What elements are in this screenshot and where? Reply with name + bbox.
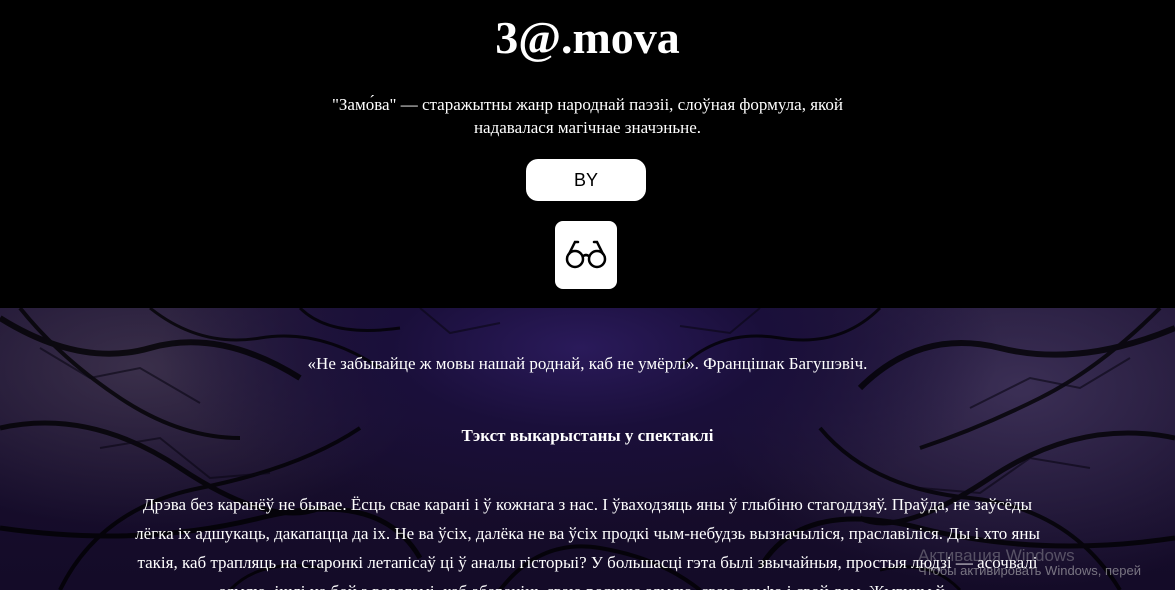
paragraph-line: лёгка іх адшукаць, дакапацца да іх. Не в…	[135, 524, 1040, 543]
section-heading: Тэкст выкарыстаны у спектаклі	[461, 426, 714, 445]
paragraph-line: зямлю, ішлі на бой з ворагамі, каб абара…	[40, 577, 1135, 590]
accessibility-glasses-button[interactable]	[555, 221, 617, 289]
quote-text: «Не забывайце ж мовы нашай роднай, каб н…	[307, 354, 868, 373]
tagline-line: "Замо́ва" — старажытны жанр народнай паэ…	[331, 95, 844, 114]
paragraph-line: Дрэва без каранёў не бывае. Ёсць свае ка…	[142, 495, 1033, 514]
windows-activation-watermark: Чтобы активировать Windows, перей	[918, 563, 1142, 578]
tagline-line: надавалася магічнае значэньне.	[473, 118, 702, 137]
page: 3@.mova "Замо́ва" — старажытны жанр наро…	[0, 0, 1175, 590]
site-tagline: "Замо́ва" — старажытны жанр народнай паэ…	[0, 93, 1175, 139]
language-button[interactable]: BY	[526, 159, 646, 201]
site-header: 3@.mova "Замо́ва" — старажытны жанр наро…	[0, 0, 1175, 308]
glasses-icon	[564, 237, 608, 274]
site-title: 3@.mova	[495, 12, 680, 63]
